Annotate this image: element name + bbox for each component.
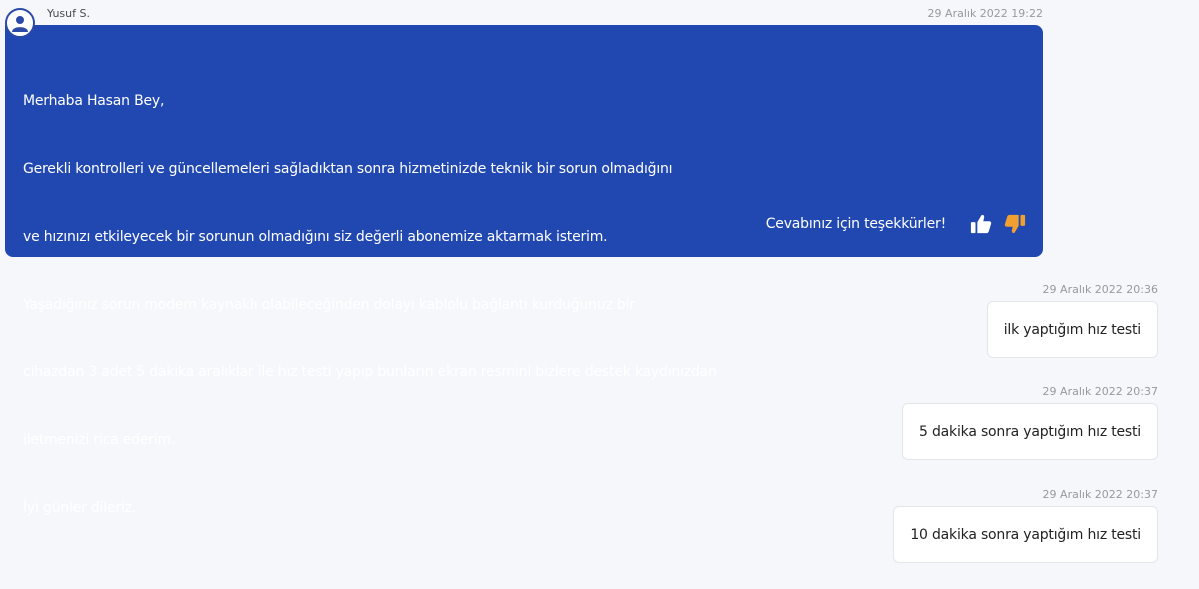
agent-message-text: Merhaba Hasan Bey, Gerekli kontrolleri v… — [23, 45, 717, 565]
agent-timestamp: 29 Aralık 2022 19:22 — [927, 7, 1043, 20]
message-line: Merhaba Hasan Bey, — [23, 93, 165, 110]
user-message-bubble: 10 dakika sonra yaptığım hız testi — [893, 506, 1158, 563]
user-message-bubble: 5 dakika sonra yaptığım hız testi — [902, 403, 1158, 460]
feedback-bar: Cevabınız için teşekkürler! — [766, 213, 1026, 235]
message-line: ve hızınızı etkileyecek bir sorunun olma… — [23, 228, 608, 245]
feedback-label: Cevabınız için teşekkürler! — [765, 216, 946, 232]
thumbs-up-icon[interactable] — [970, 213, 992, 235]
agent-name: Yusuf S. — [47, 7, 90, 20]
message-line: İyi günler dileriz. — [23, 499, 137, 516]
user-message-timestamp: 29 Aralık 2022 20:37 — [1042, 385, 1158, 398]
message-line: cihazdan 3 adet 5 dakika aralıklar ile h… — [23, 364, 717, 381]
agent-message-bubble: Merhaba Hasan Bey, Gerekli kontrolleri v… — [5, 25, 1043, 516]
user-message-bubble: ilk yaptığım hız testi — [986, 301, 1158, 358]
message-line: iletmenizi rica ederim. — [23, 432, 176, 449]
user-message-timestamp: 29 Aralık 2022 20:37 — [1042, 488, 1158, 501]
agent-avatar — [5, 8, 35, 38]
user-message-timestamp: 29 Aralık 2022 20:36 — [1042, 283, 1158, 296]
message-line: Yaşadığınız sorun modem kaynaklı olabile… — [23, 296, 635, 313]
message-line: Gerekli kontrolleri ve güncellemeleri sa… — [23, 160, 673, 177]
thumbs-down-icon[interactable] — [1004, 213, 1026, 235]
user-avatar-icon — [12, 16, 28, 32]
